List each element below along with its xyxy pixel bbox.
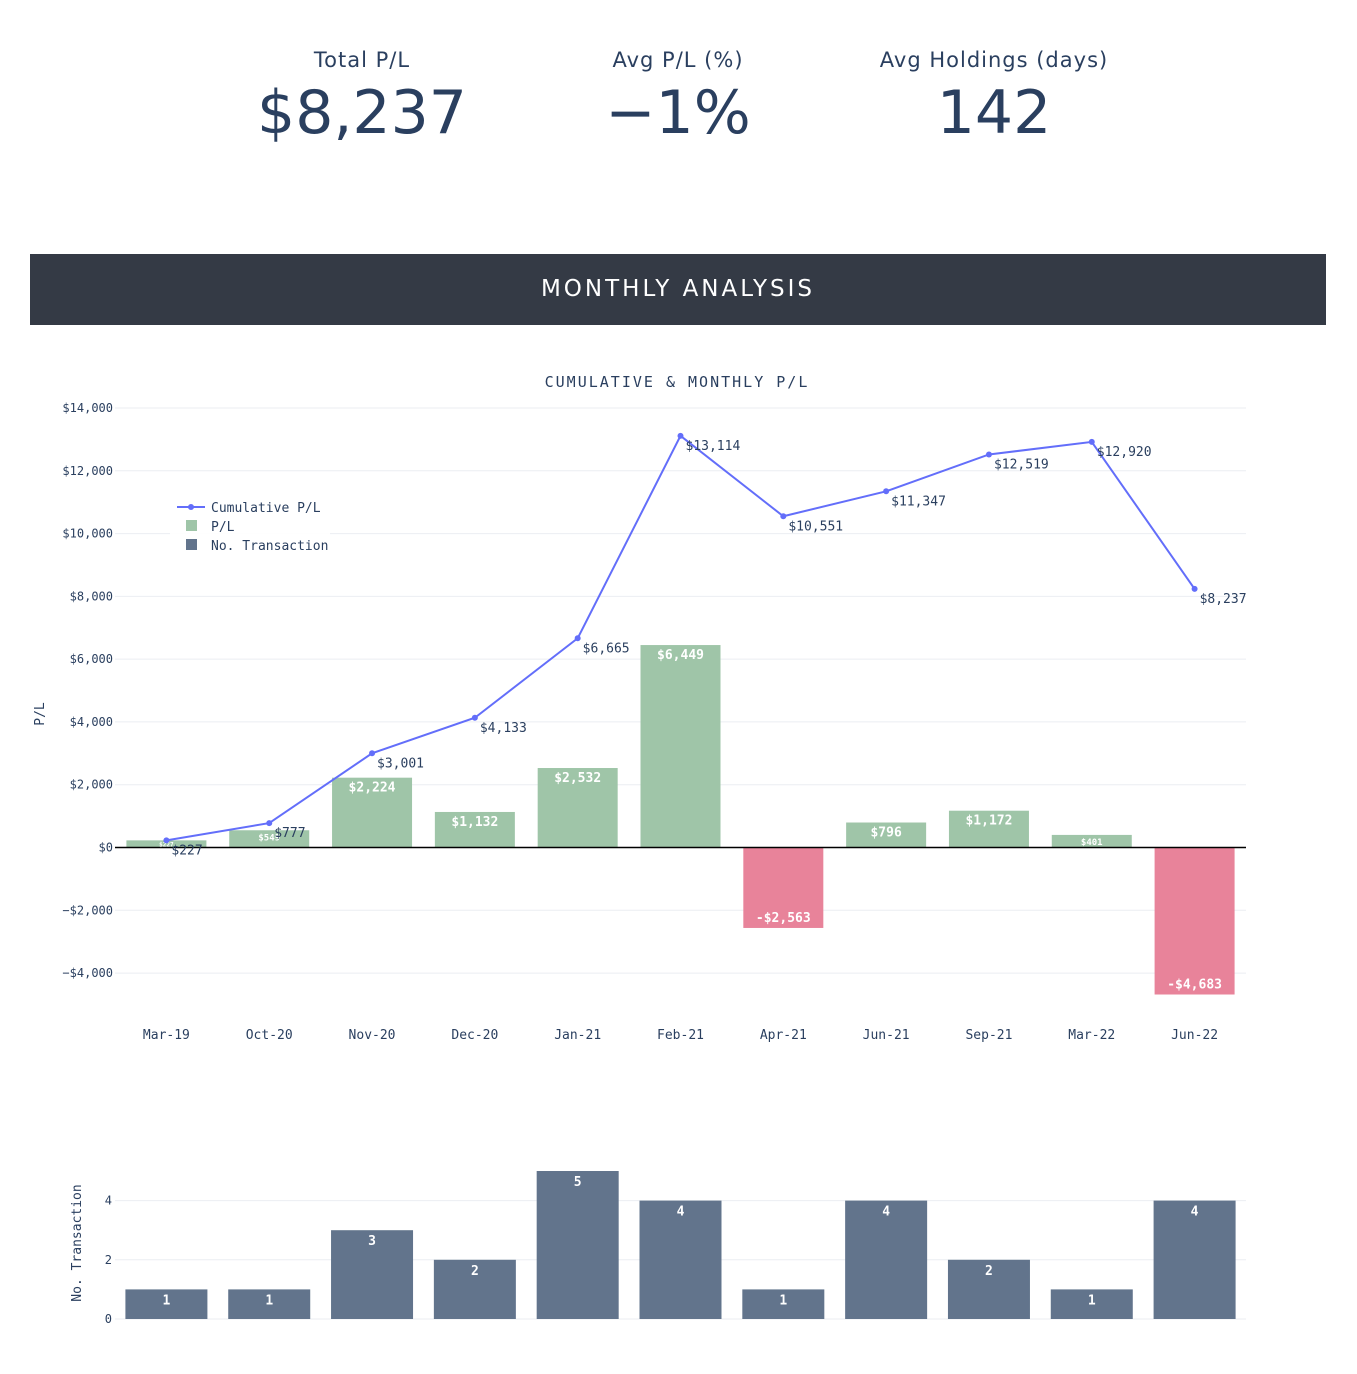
transaction-bar-label: 4: [882, 1205, 890, 1220]
transaction-bar-label: 1: [1088, 1293, 1096, 1308]
transaction-bar-label: 1: [265, 1293, 273, 1308]
transaction-bar: [536, 1171, 619, 1319]
transaction-bar-label: 2: [471, 1264, 479, 1279]
transaction-bar-label: 4: [677, 1205, 685, 1220]
transaction-bar-label: 5: [574, 1175, 582, 1190]
transaction-bar-label: 1: [779, 1293, 787, 1308]
transaction-bar-label: 4: [1191, 1205, 1199, 1220]
transaction-bar-label: 1: [162, 1293, 170, 1308]
y-tick-label: 0: [105, 1312, 112, 1326]
transaction-bar-label: 2: [985, 1264, 993, 1279]
y-tick-label: 4: [105, 1194, 112, 1208]
y-axis-title: No. Transaction: [70, 1184, 85, 1301]
transactions-chart: 0 2 4 No. Transaction 1 1 3 2 5 4 1 4 2 1 4: [70, 1171, 1246, 1326]
y-tick-label: 2: [105, 1253, 112, 1267]
transaction-bar-label: 3: [368, 1234, 376, 1249]
